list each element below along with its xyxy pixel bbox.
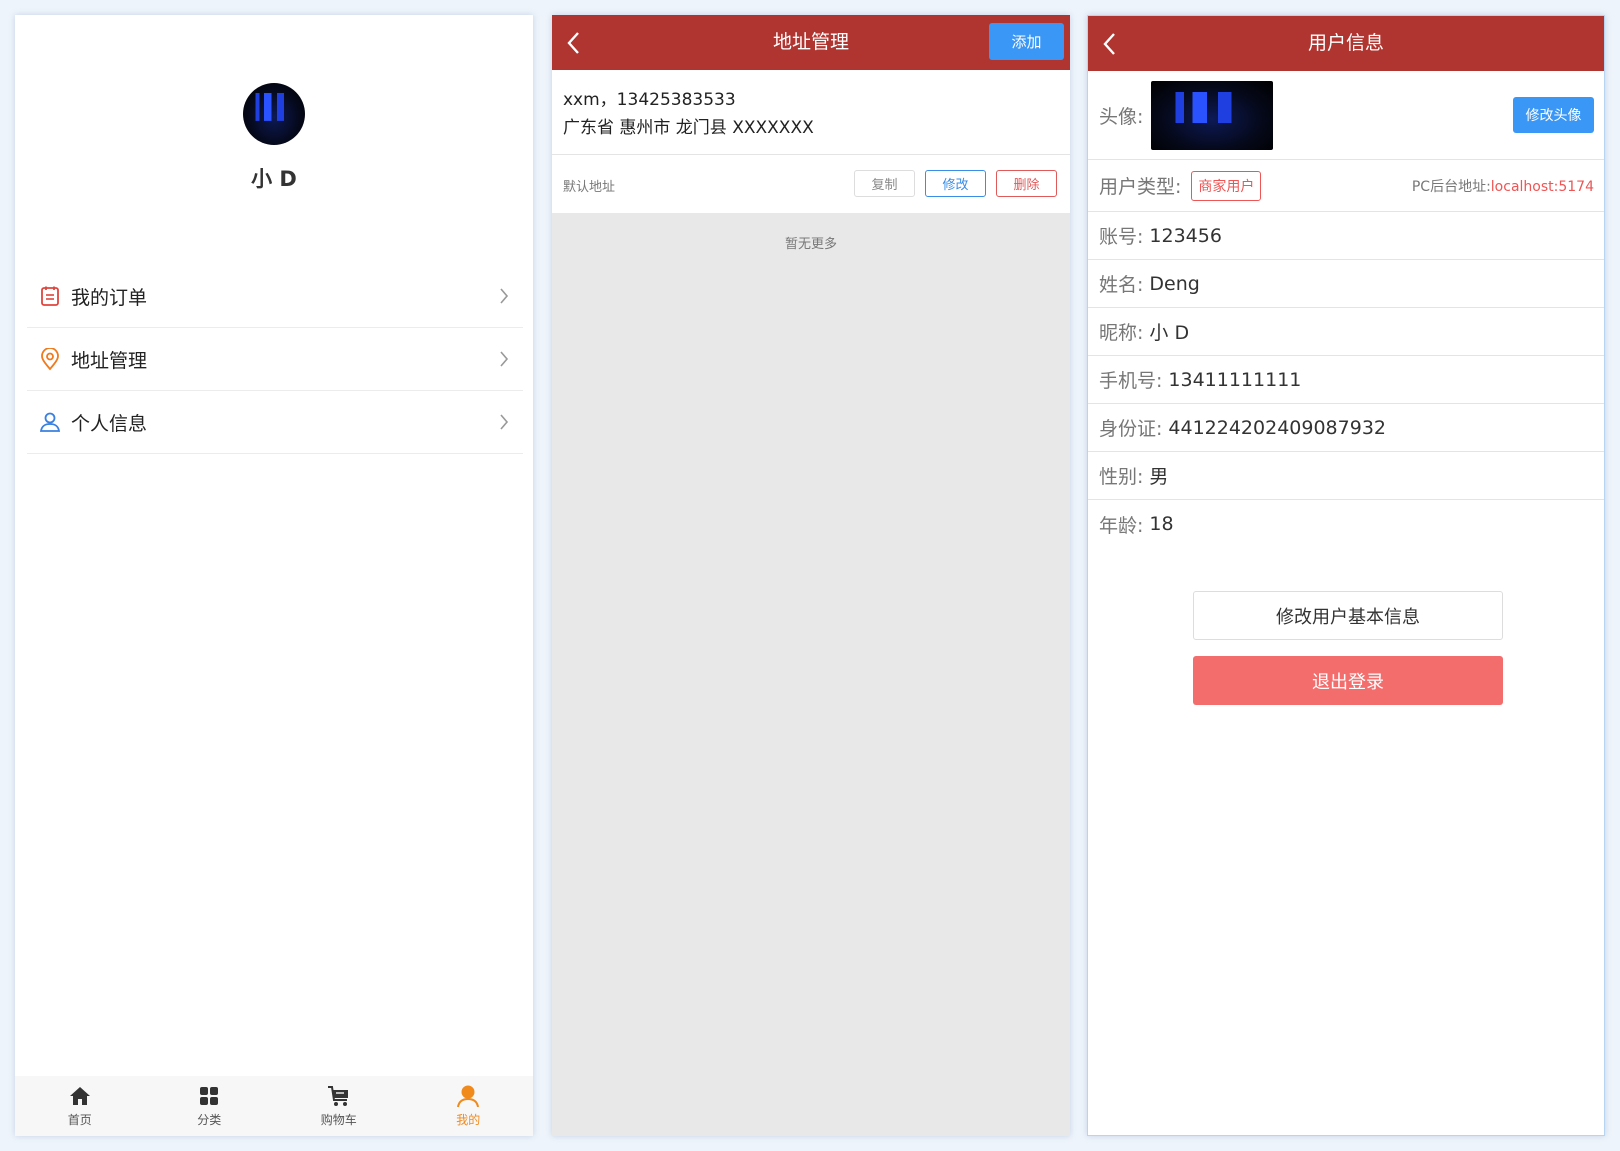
username: 小 D xyxy=(251,167,297,191)
field-nickname: 昵称: 小 D xyxy=(1088,308,1604,356)
address-actions: 默认地址 复制 修改 删除 xyxy=(552,155,1070,213)
change-avatar-button[interactable]: 修改头像 xyxy=(1513,97,1594,133)
person-icon xyxy=(39,411,61,433)
tab-label: 购物车 xyxy=(320,1113,357,1127)
address-contact: xxm，13425383533 xyxy=(563,90,736,110)
field-label: 性别: xyxy=(1099,466,1144,488)
order-list-icon xyxy=(39,285,61,307)
field-label: 年龄: xyxy=(1099,514,1144,537)
field-value: Deng xyxy=(1149,272,1200,295)
avatar-label: 头像: xyxy=(1099,105,1144,128)
edit-button[interactable]: 修改 xyxy=(925,170,986,197)
chevron-right-icon xyxy=(499,350,509,372)
menu-label: 地址管理 xyxy=(71,349,148,372)
nav-header: 地址管理 添加 xyxy=(552,15,1070,70)
pc-address-label: PC后台地址: xyxy=(1411,178,1491,195)
grid-icon xyxy=(197,1084,221,1108)
delete-button[interactable]: 删除 xyxy=(996,170,1057,197)
bottom-tab-bar: 首页 分类 购物车 我的 xyxy=(15,1076,533,1136)
field-label: 昵称: xyxy=(1099,322,1144,344)
field-id-card: 身份证: 441224202409087932 xyxy=(1088,404,1604,452)
no-more-text: 暂无更多 xyxy=(784,237,837,252)
nav-header: 用户信息 xyxy=(1088,16,1604,71)
field-name: 姓名: Deng xyxy=(1088,260,1604,308)
field-age: 年龄: 18 xyxy=(1088,500,1604,548)
avatar-thumbnail xyxy=(1151,80,1274,150)
tab-home[interactable]: 首页 xyxy=(15,1076,145,1136)
tab-cart[interactable]: 购物车 xyxy=(274,1076,404,1136)
field-label: 身份证: xyxy=(1099,418,1163,440)
menu-item-address[interactable]: 地址管理 xyxy=(27,328,523,391)
field-phone: 手机号: 13411111111 xyxy=(1088,356,1604,404)
user-info-screen: 用户信息 头像: 修改头像 用户类型: 商家用户 PC后台地址:localhos… xyxy=(1087,15,1605,1136)
menu-item-personal-info[interactable]: 个人信息 xyxy=(27,391,523,454)
field-value: 18 xyxy=(1149,513,1174,535)
page-title: 用户信息 xyxy=(1307,32,1384,54)
profile-screen: 小 D 我的订单 地址管理 个人信息 首页 分类 购物车 我的 xyxy=(15,15,533,1136)
field-value: 男 xyxy=(1149,466,1169,488)
default-address-label: 默认地址 xyxy=(563,180,616,195)
field-value: 123456 xyxy=(1149,224,1222,247)
menu-label: 我的订单 xyxy=(71,286,148,309)
address-screen: 地址管理 添加 xxm，13425383533 广东省 惠州市 龙门县 XXXX… xyxy=(552,15,1070,1136)
pc-address: PC后台地址:localhost:5174 xyxy=(1412,176,1594,196)
menu-item-orders[interactable]: 我的订单 xyxy=(27,265,523,328)
tab-mine[interactable]: 我的 xyxy=(404,1076,534,1136)
tab-label: 我的 xyxy=(456,1113,481,1127)
field-gender: 性别: 男 xyxy=(1088,452,1604,500)
profile-menu: 我的订单 地址管理 个人信息 xyxy=(27,265,523,454)
list-background xyxy=(552,213,1070,1136)
field-value: 小 D xyxy=(1149,322,1190,344)
user-type-label: 用户类型: xyxy=(1099,176,1182,198)
tab-category[interactable]: 分类 xyxy=(145,1076,275,1136)
field-label: 账号: xyxy=(1099,226,1144,248)
field-account: 账号: 123456 xyxy=(1088,212,1604,260)
avatar-row: 头像: 修改头像 xyxy=(1088,71,1604,160)
tab-label: 分类 xyxy=(197,1113,222,1127)
field-value: 441224202409087932 xyxy=(1168,416,1386,439)
address-location: 广东省 惠州市 龙门县 XXXXXXX xyxy=(563,118,814,138)
menu-label: 个人信息 xyxy=(71,412,148,435)
user-icon xyxy=(456,1084,480,1108)
avatar-image xyxy=(243,83,305,145)
user-type-badge: 商家用户 xyxy=(1191,170,1262,201)
cart-icon xyxy=(327,1084,351,1108)
avatar[interactable] xyxy=(243,83,305,145)
field-label: 手机号: xyxy=(1099,370,1163,392)
avatar-image xyxy=(1151,80,1274,150)
copy-button[interactable]: 复制 xyxy=(854,170,915,197)
pc-address-link[interactable]: localhost:5174 xyxy=(1491,179,1594,195)
chevron-right-icon xyxy=(499,287,509,309)
home-icon xyxy=(68,1084,92,1108)
field-label: 姓名: xyxy=(1099,274,1144,296)
address-card[interactable]: xxm，13425383533 广东省 惠州市 龙门县 XXXXXXX xyxy=(552,70,1070,155)
add-address-button[interactable]: 添加 xyxy=(989,23,1064,60)
logout-button[interactable]: 退出登录 xyxy=(1193,656,1503,705)
user-type-row: 用户类型: 商家用户 PC后台地址:localhost:5174 xyxy=(1088,160,1604,212)
edit-user-info-button[interactable]: 修改用户基本信息 xyxy=(1193,591,1503,640)
tab-label: 首页 xyxy=(67,1113,92,1127)
chevron-right-icon xyxy=(499,413,509,435)
field-value: 13411111111 xyxy=(1168,368,1302,391)
location-pin-icon xyxy=(39,347,61,370)
